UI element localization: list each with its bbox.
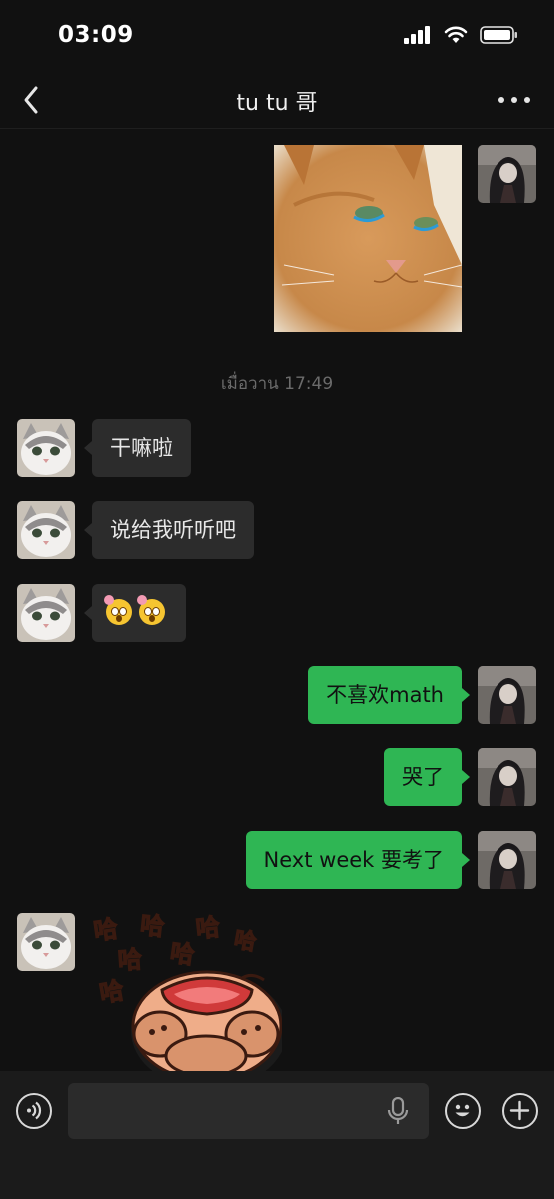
- emoji-message-bubble[interactable]: [84, 584, 186, 642]
- message-bubble[interactable]: 干嘛啦: [84, 419, 191, 477]
- battery-icon: [480, 26, 517, 44]
- message-bubble[interactable]: 说给我听听吧: [84, 501, 254, 559]
- contact-avatar[interactable]: [17, 501, 75, 559]
- surprised-emoji-icon: [104, 595, 132, 625]
- sticker-laugh-text: 哈: [168, 938, 196, 969]
- message-bubble[interactable]: Next week 要考了: [245, 831, 471, 889]
- sticker-laugh-text: 哈: [92, 914, 120, 945]
- message-input[interactable]: [68, 1083, 429, 1139]
- surprised-emoji-icon: [136, 595, 165, 625]
- contact-avatar[interactable]: [17, 584, 75, 642]
- self-avatar[interactable]: [478, 831, 536, 889]
- plus-icon[interactable]: [502, 1093, 538, 1129]
- message-timestamp: เมื่อวาน 17:49: [220, 374, 334, 394]
- emoji-icon[interactable]: [445, 1093, 481, 1129]
- sticker-laugh-text: 哈: [117, 945, 143, 975]
- sticker-laugh-text: 哈: [232, 926, 258, 955]
- more-icon[interactable]: [498, 86, 530, 114]
- sticker-laugh-text: 哈: [194, 913, 221, 943]
- contact-avatar[interactable]: [17, 419, 75, 477]
- message-bubble[interactable]: 哭了: [384, 748, 470, 806]
- nav-bar: tu tu 哥: [0, 72, 554, 129]
- status-bar: 03:09: [0, 0, 554, 72]
- sticker-laugh-text: 哈: [97, 976, 125, 1008]
- chat-title: tu tu 哥: [236, 91, 318, 116]
- self-avatar[interactable]: [478, 666, 536, 724]
- laughing-sticker-message[interactable]: 哈 哈 哈 哈 哈 哈 哈: [92, 906, 282, 1071]
- signal-icon: [404, 26, 430, 44]
- message-bubble[interactable]: 不喜欢math: [308, 666, 470, 724]
- self-avatar[interactable]: [478, 145, 536, 203]
- cat-photo-message[interactable]: [274, 145, 462, 332]
- input-bar: [0, 1071, 554, 1199]
- status-icons: [404, 26, 518, 44]
- contact-avatar[interactable]: [17, 913, 75, 971]
- voice-icon[interactable]: [16, 1093, 52, 1129]
- wifi-icon: [444, 26, 468, 43]
- chat-screen: 03:09 tu tu 哥 เมื่อวาน 17:49 干嘛啦 说给我听听吧 …: [0, 0, 554, 1199]
- self-avatar[interactable]: [478, 748, 536, 806]
- mic-icon[interactable]: [387, 1097, 409, 1125]
- sticker-laugh-text: 哈: [139, 911, 166, 941]
- status-time: 03:09: [58, 22, 134, 48]
